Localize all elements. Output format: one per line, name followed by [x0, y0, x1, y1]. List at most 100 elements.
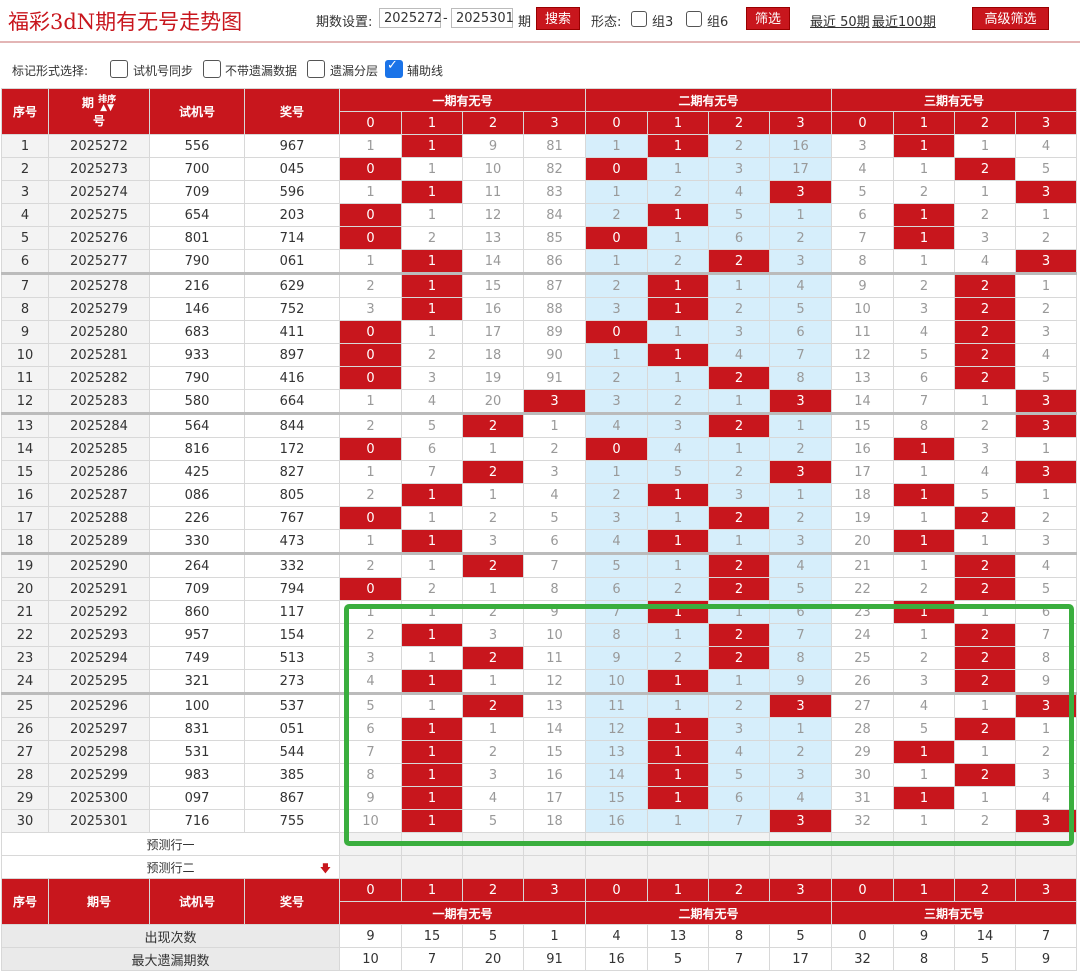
miss-cell: 1 [1015, 483, 1077, 507]
predict-cell[interactable] [339, 832, 402, 856]
expand-arrow-icon[interactable]: 🡇 [320, 860, 331, 878]
option-checkbox-no-miss-data[interactable] [203, 60, 221, 78]
miss-cell: 5 [1015, 157, 1077, 181]
row-index: 29 [1, 786, 49, 810]
row-prize-number: 513 [244, 646, 340, 670]
group6-checkbox[interactable] [686, 11, 702, 27]
table-row: 30 2025301 716 755 10 1 5 18 16 1 7 3 32 1 2 3 [1, 809, 1077, 833]
option-checkbox-guide-line[interactable] [385, 58, 403, 78]
miss-cell: 3 [954, 437, 1016, 461]
recent-50-link[interactable]: 最近 50期 [810, 11, 870, 30]
predict-cell[interactable] [708, 832, 770, 856]
group3-checkbox[interactable] [631, 11, 647, 27]
miss-cell: 2 [339, 412, 402, 438]
row-index: 1 [1, 134, 49, 158]
miss-cell: 3 [708, 483, 770, 507]
hit-cell: 1 [401, 763, 463, 787]
miss-cell: 1 [647, 157, 709, 181]
miss-cell: 84 [523, 203, 586, 227]
miss-cell: 1 [954, 134, 1016, 158]
predict-cell[interactable] [769, 855, 832, 879]
predict-cell[interactable] [462, 832, 524, 856]
predict-cell[interactable] [831, 832, 894, 856]
search-button[interactable]: 搜索 [536, 7, 580, 30]
predict-cell[interactable] [769, 832, 832, 856]
miss-cell: 6 [893, 366, 955, 390]
col-header-period-footer: 期号 [48, 878, 150, 925]
period-from-input[interactable]: 2025272 [379, 8, 442, 28]
hit-cell: 1 [893, 226, 955, 250]
row-period: 2025295 [48, 669, 150, 694]
stat-value: 9 [1015, 947, 1077, 971]
table-row: 14 2025285 816 172 0 6 1 2 0 4 1 2 16 1 3 1 [1, 437, 1077, 461]
predict-cell[interactable] [1015, 855, 1077, 879]
filter-button[interactable]: 筛选 [746, 7, 790, 30]
miss-cell: 19 [831, 506, 894, 530]
predict-cell[interactable] [954, 832, 1016, 856]
hit-cell: 0 [339, 366, 402, 390]
miss-cell: 17 [523, 786, 586, 810]
predict-cell[interactable] [585, 832, 648, 856]
predict-row: 预测行一 [1, 832, 1077, 856]
miss-cell: 7 [585, 600, 648, 624]
miss-cell: 20 [462, 389, 524, 414]
col-header-period-b: 号 [92, 113, 105, 128]
sub-header: 0 [585, 878, 648, 902]
row-period: 2025298 [48, 740, 150, 764]
row-index: 8 [1, 297, 49, 321]
miss-cell: 1 [462, 437, 524, 461]
miss-cell: 1 [401, 157, 463, 181]
option-checkbox-miss-layer[interactable] [307, 60, 325, 78]
predict-cell[interactable] [401, 832, 463, 856]
recent-100-link[interactable]: 最近100期 [872, 11, 936, 30]
hit-cell: 1 [401, 483, 463, 507]
row-prize-number: 051 [244, 717, 340, 741]
predict-cell[interactable] [523, 855, 586, 879]
period-to-input[interactable]: 2025301 [451, 8, 514, 28]
miss-cell: 4 [769, 552, 832, 578]
predict-cell[interactable] [647, 855, 709, 879]
predict-cell[interactable] [401, 855, 463, 879]
predict-cell[interactable] [708, 855, 770, 879]
miss-cell: 28 [831, 717, 894, 741]
hit-cell: 1 [647, 343, 709, 367]
col-header-period[interactable]: 期 排序 ▲▼ 号 [48, 88, 150, 135]
hit-cell: 2 [954, 297, 1016, 321]
table-row: 13 2025284 564 844 2 5 2 1 4 3 2 1 15 8 2 3 [1, 412, 1077, 438]
predict-cell[interactable] [339, 855, 402, 879]
sub-header: 0 [585, 111, 648, 135]
predict-cell[interactable] [647, 832, 709, 856]
miss-cell: 27 [831, 692, 894, 718]
miss-cell: 1 [585, 343, 648, 367]
stat-value: 8 [708, 924, 770, 948]
table-row: 19 2025290 264 332 2 1 2 7 5 1 2 4 21 1 2 4 [1, 552, 1077, 578]
row-trial-number: 226 [149, 506, 245, 530]
predict-cell[interactable] [462, 855, 524, 879]
miss-cell: 5 [462, 809, 524, 833]
row-trial-number: 983 [149, 763, 245, 787]
miss-cell: 2 [585, 483, 648, 507]
row-prize-number: 273 [244, 669, 340, 694]
stat-row: 出现次数 9 15 5 1 4 13 8 5 0 9 14 7 [1, 924, 1077, 948]
miss-cell: 8 [831, 249, 894, 274]
row-prize-number: 045 [244, 157, 340, 181]
predict-cell[interactable] [893, 855, 955, 879]
predict-cell[interactable] [954, 855, 1016, 879]
predict-cell[interactable] [831, 855, 894, 879]
miss-cell: 2 [893, 272, 955, 298]
hit-cell: 2 [954, 623, 1016, 647]
row-prize-number: 537 [244, 692, 340, 718]
miss-cell: 4 [401, 389, 463, 414]
predict-cell[interactable] [585, 855, 648, 879]
predict-cell[interactable] [893, 832, 955, 856]
miss-cell: 1 [1015, 203, 1077, 227]
miss-cell: 5 [893, 717, 955, 741]
predict-cell[interactable] [523, 832, 586, 856]
predict-cell[interactable] [1015, 832, 1077, 856]
option-checkbox-trial-sync[interactable] [110, 60, 128, 78]
miss-cell: 1 [339, 389, 402, 414]
sort-icon[interactable]: 排序 ▲▼ [98, 95, 116, 112]
advanced-filter-button[interactable]: 高级筛选 [972, 7, 1049, 30]
hit-cell: 2 [708, 249, 770, 274]
row-prize-number: 827 [244, 460, 340, 484]
